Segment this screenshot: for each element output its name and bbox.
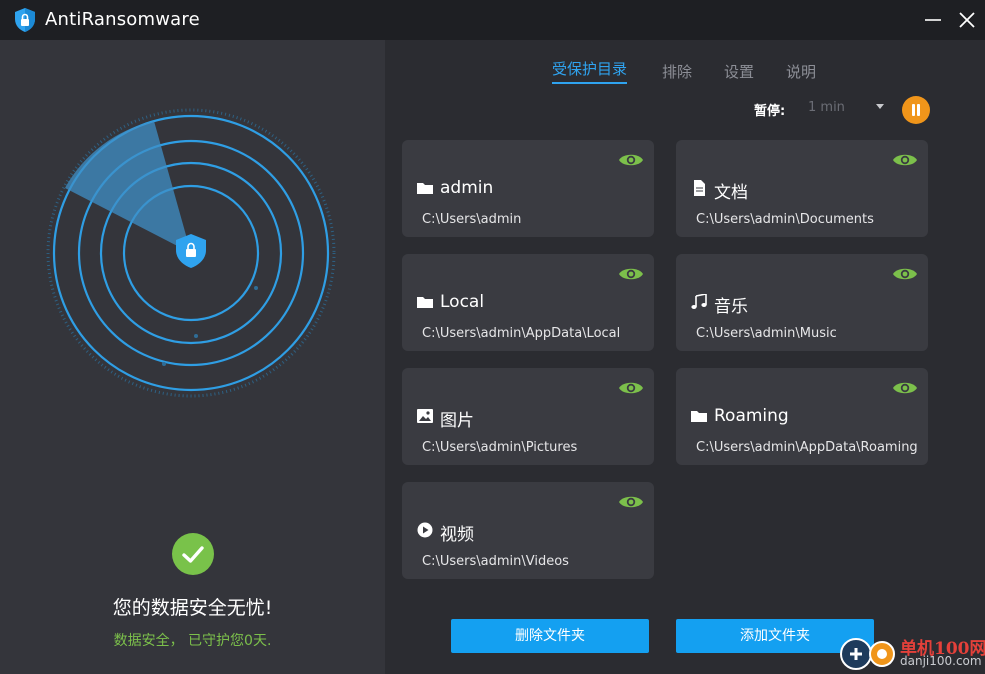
status-subtitle: 数据安全， 已守护您0天. xyxy=(113,633,272,649)
folder-icon xyxy=(417,183,433,194)
folder-path: C:\Users\admin\Videos xyxy=(422,554,569,569)
pause-duration-value: 1 min xyxy=(808,100,845,115)
eye-icon[interactable] xyxy=(618,380,644,396)
folder-card[interactable]: Roaming C:\Users\admin\AppData\Roaming xyxy=(676,368,928,465)
tab-exclusions[interactable]: 排除 xyxy=(662,61,692,82)
play-circle-icon xyxy=(417,522,433,538)
tab-settings[interactable]: 设置 xyxy=(724,61,754,82)
folder-card[interactable]: Local C:\Users\admin\AppData\Local xyxy=(402,254,654,351)
folder-name: 文档 xyxy=(714,183,748,203)
folder-card[interactable]: 文档 C:\Users\admin\Documents xyxy=(676,140,928,237)
folder-icon xyxy=(417,297,433,308)
folder-path: C:\Users\admin\Pictures xyxy=(422,440,578,455)
folder-card[interactable]: admin C:\Users\admin xyxy=(402,140,654,237)
pause-button[interactable] xyxy=(902,96,930,124)
close-icon[interactable] xyxy=(955,8,979,32)
folder-path: C:\Users\admin xyxy=(422,212,522,227)
tab-help[interactable]: 说明 xyxy=(786,61,816,82)
eye-icon[interactable] xyxy=(618,152,644,168)
folder-name: Roaming xyxy=(714,406,789,426)
eye-icon[interactable] xyxy=(892,380,918,396)
folder-icon xyxy=(691,411,707,422)
app-title: AntiRansomware xyxy=(45,9,200,30)
status-title: 您的数据安全无忧! xyxy=(112,597,273,619)
folder-name: admin xyxy=(440,178,494,198)
eye-icon[interactable] xyxy=(892,152,918,168)
eye-icon[interactable] xyxy=(892,266,918,282)
eye-icon[interactable] xyxy=(618,266,644,282)
watermark-logo-icon xyxy=(840,638,895,670)
watermark: 单机100网 danji100.com xyxy=(838,632,985,674)
folder-name: Local xyxy=(440,292,485,312)
document-icon xyxy=(694,180,705,196)
radar-scan-graphic xyxy=(46,108,336,398)
folder-name: 视频 xyxy=(440,525,474,545)
watermark-url: danji100.com xyxy=(900,654,982,668)
pause-label: 暂停: xyxy=(754,104,786,119)
folder-card[interactable]: 视频 C:\Users\admin\Videos xyxy=(402,482,654,579)
folder-path: C:\Users\admin\Documents xyxy=(696,212,874,227)
folder-name: 图片 xyxy=(440,411,474,431)
minimize-icon[interactable] xyxy=(921,8,945,32)
folder-path: C:\Users\admin\Music xyxy=(696,326,837,341)
folder-path: C:\Users\admin\AppData\Local xyxy=(422,326,621,341)
folder-card[interactable]: 音乐 C:\Users\admin\Music xyxy=(676,254,928,351)
title-bar: AntiRansomware xyxy=(0,0,985,40)
shield-lock-icon xyxy=(15,8,35,32)
check-circle-icon xyxy=(172,533,214,575)
chevron-down-icon xyxy=(876,104,884,109)
eye-icon[interactable] xyxy=(618,494,644,510)
image-icon xyxy=(417,409,433,423)
tab-protected-dirs[interactable]: 受保护目录 xyxy=(552,58,628,84)
folder-path: C:\Users\admin\AppData\Roaming xyxy=(696,440,918,455)
folder-name: 音乐 xyxy=(714,297,748,317)
folder-card[interactable]: 图片 C:\Users\admin\Pictures xyxy=(402,368,654,465)
pause-icon xyxy=(912,104,915,116)
music-icon xyxy=(691,294,707,309)
delete-folder-button[interactable]: 删除文件夹 xyxy=(451,619,649,653)
pause-duration-select[interactable]: 1 min xyxy=(800,96,890,122)
